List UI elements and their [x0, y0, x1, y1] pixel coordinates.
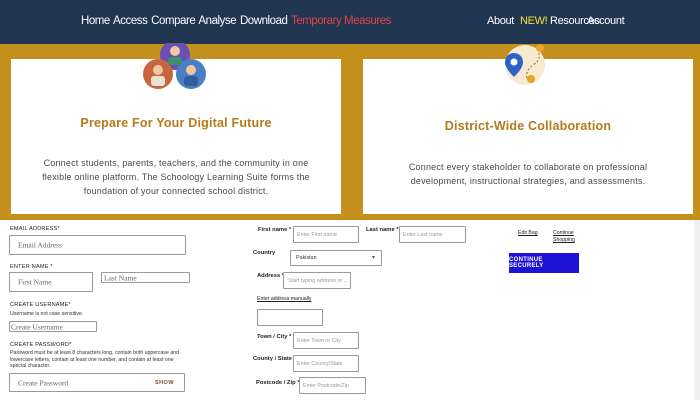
- feature-card-collaboration: District-Wide Collaboration Connect ever…: [363, 44, 693, 214]
- nav-link-access[interactable]: Access: [113, 15, 148, 27]
- nav-link-analyse[interactable]: Analyse: [198, 15, 236, 27]
- edit-bag-link[interactable]: Edit Bag: [518, 230, 538, 236]
- first-name-input[interactable]: Enter First name: [293, 226, 359, 243]
- postcode-input[interactable]: Enter Postcode/Zip: [299, 377, 366, 394]
- last-name-placeholder: Last Name: [104, 273, 137, 282]
- chevron-down-icon: ▾: [371, 255, 375, 262]
- feature-card-digital-future: Prepare For Your Digital Future Connect …: [11, 43, 341, 214]
- continue-shopping-link-line1[interactable]: Continue: [553, 230, 574, 236]
- card-description: Connect students, parents, teachers, and…: [42, 158, 310, 196]
- email-label: EMAIL ADDRESS*: [10, 226, 60, 232]
- nav-link-about[interactable]: About: [487, 15, 514, 27]
- password-label: CREATE PASSWORD*: [10, 342, 72, 348]
- enter-address-manually-link[interactable]: Enter address manually: [257, 296, 312, 302]
- last-name-label: Last name *: [366, 227, 399, 233]
- username-placeholder: Create Username: [11, 322, 63, 331]
- country-select[interactable]: Pakistan ▾: [290, 250, 382, 266]
- continue-securely-button[interactable]: CONTINUE SECURELY: [509, 253, 579, 273]
- last-name-field[interactable]: Last Name: [101, 272, 190, 283]
- postcode-label: Postcode / Zip *: [256, 380, 300, 386]
- username-hint: Username is not case sensitive.: [10, 311, 84, 317]
- nav-main-links: Home Access Compare Analyse Download Tem…: [81, 15, 392, 27]
- county-label: County / State: [253, 356, 292, 362]
- last-name-input-placeholder: Enter Last name: [403, 231, 443, 238]
- card-title: Prepare For Your Digital Future: [80, 116, 272, 130]
- page-scrollbar[interactable]: [694, 220, 700, 400]
- new-badge: NEW!: [520, 15, 548, 27]
- nav-link-home[interactable]: Home: [81, 15, 110, 27]
- postcode-placeholder: Enter Postcode/Zip: [303, 382, 349, 389]
- name-label: ENTER NAME *: [10, 264, 53, 270]
- nav-link-temporary-measures[interactable]: Temporary Measures: [291, 15, 391, 27]
- show-password-button[interactable]: SHOW: [155, 380, 174, 386]
- county-placeholder: Enter County/State: [297, 360, 343, 367]
- nav-link-download[interactable]: Download: [240, 15, 288, 27]
- email-placeholder: Email Address: [18, 240, 62, 250]
- password-field[interactable]: Create Password SHOW: [9, 373, 185, 392]
- town-input[interactable]: Enter Town or City: [293, 332, 359, 349]
- continue-shopping-link-line2[interactable]: Shopping: [553, 237, 575, 243]
- address-label: Address *: [257, 273, 285, 279]
- town-placeholder: Enter Town or City: [297, 337, 341, 344]
- nav-link-compare[interactable]: Compare: [151, 15, 196, 27]
- password-placeholder: Create Password: [18, 378, 69, 387]
- first-name-label: First name *: [258, 227, 292, 233]
- nav-link-account[interactable]: Account: [587, 15, 625, 27]
- username-label: CREATE USERNAME*: [10, 302, 71, 308]
- card-description: Connect every stakeholder to collaborate…: [408, 162, 648, 186]
- address-placeholder: Start typing address or ...: [288, 277, 349, 284]
- country-label: Country: [253, 250, 276, 256]
- first-name-placeholder: First Name: [18, 277, 52, 287]
- address-manual-input[interactable]: [257, 309, 323, 326]
- address-input[interactable]: Start typing address or ...: [283, 272, 351, 289]
- password-hint: Password must be at least 8 characters l…: [10, 350, 179, 369]
- map-pin-illustration-icon: [505, 44, 545, 85]
- email-field[interactable]: Email Address: [9, 235, 186, 255]
- first-name-input-placeholder: Enter First name: [297, 231, 337, 238]
- town-label: Town / City *: [257, 334, 292, 340]
- card-title: District-Wide Collaboration: [444, 119, 612, 133]
- county-input[interactable]: Enter County/State: [293, 355, 359, 372]
- country-value: Pakistan: [296, 255, 317, 261]
- top-nav: Home Access Compare Analyse Download Tem…: [0, 0, 700, 44]
- username-field[interactable]: Create Username: [9, 321, 97, 332]
- last-name-input[interactable]: Enter Last name: [399, 226, 466, 243]
- people-illustration-icon: [143, 43, 206, 89]
- first-name-field[interactable]: First Name: [9, 272, 93, 292]
